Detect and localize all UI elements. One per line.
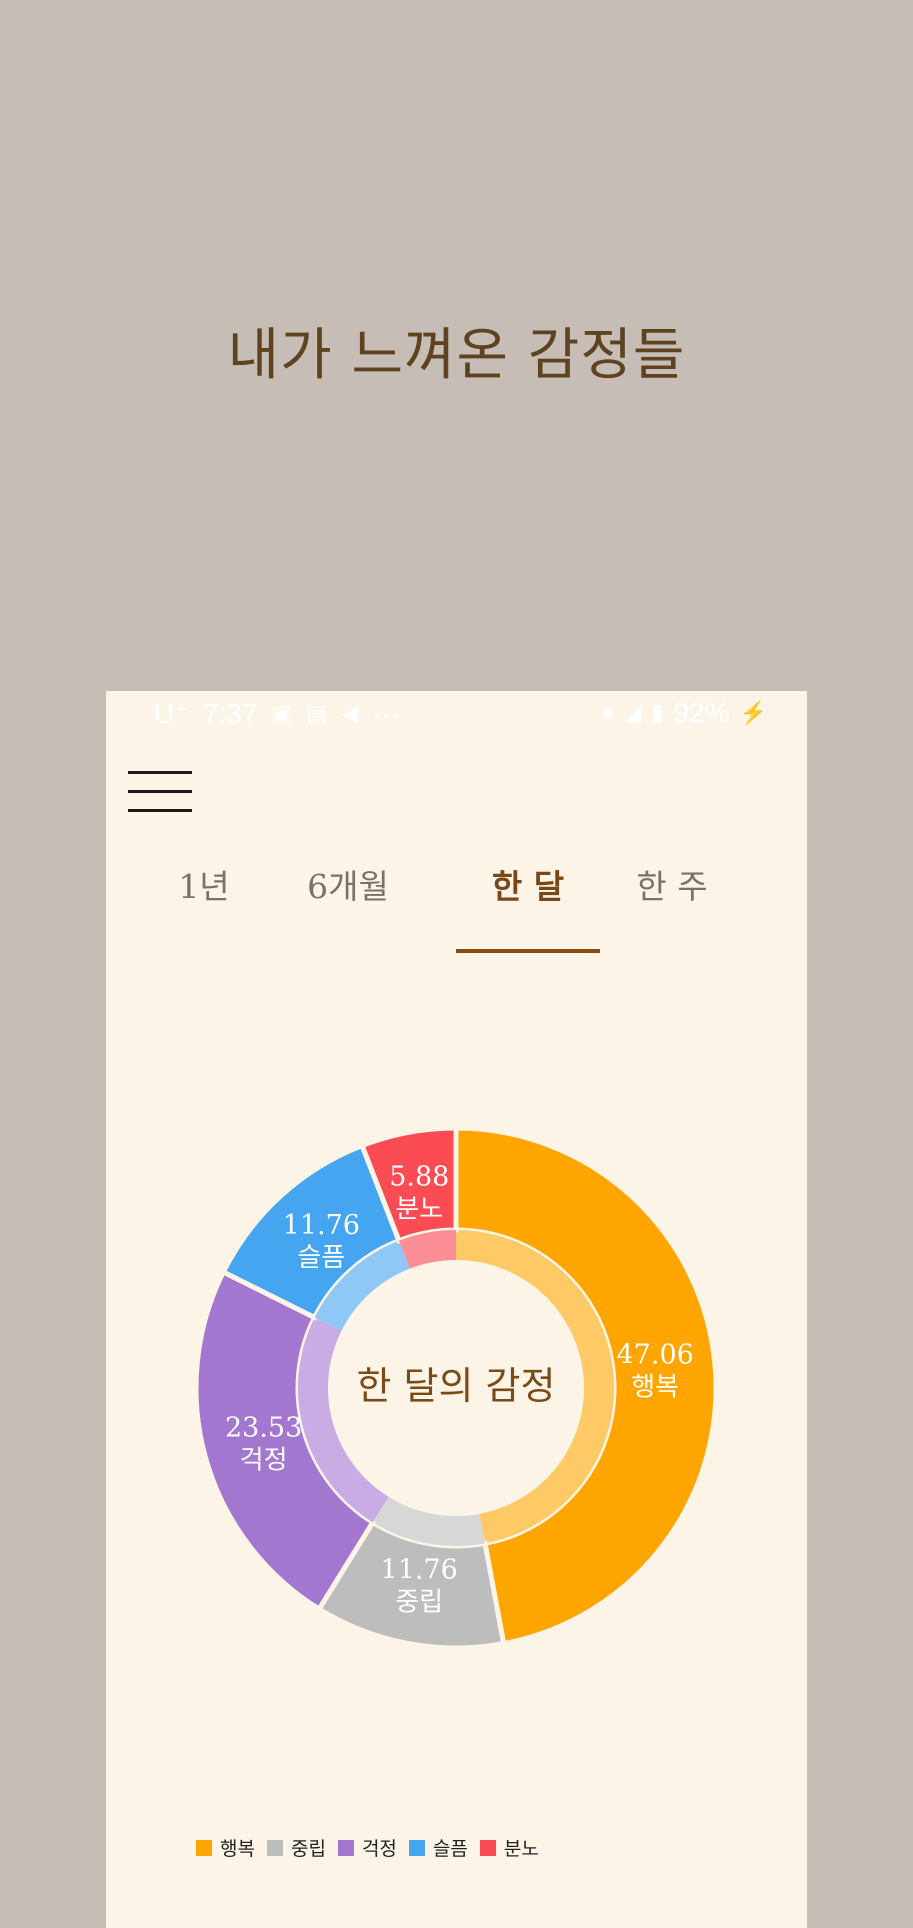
chart-center-label: 한 달의 감정 bbox=[357, 1364, 556, 1408]
legend-label: 중립 bbox=[290, 1839, 326, 1860]
legend-swatch bbox=[479, 1839, 496, 1856]
legend-swatch bbox=[196, 1839, 212, 1856]
phone-screen: U⁺ 7:37 ▣ ▤ ◀ ··· ● ◢ ▮ 92% ⚡ 1년 6개월 한 달… bbox=[106, 691, 807, 1928]
slice-value-label: 47.06 bbox=[617, 1340, 694, 1371]
legend-swatch bbox=[408, 1839, 425, 1856]
legend-label: 행복 bbox=[220, 1839, 255, 1860]
legend-item[interactable]: 분노 bbox=[479, 1834, 539, 1861]
slice-value-label: 11.76 bbox=[381, 1555, 458, 1586]
slice-value-label: 23.53 bbox=[225, 1413, 302, 1444]
slice-name-label: 걱정 bbox=[240, 1446, 288, 1476]
legend-label: 분노 bbox=[503, 1839, 539, 1860]
slice-name-label: 슬픔 bbox=[297, 1243, 345, 1273]
legend-swatch bbox=[337, 1839, 354, 1856]
legend-label: 슬픔 bbox=[432, 1839, 468, 1860]
legend-item[interactable]: 중립 bbox=[266, 1834, 326, 1861]
slice-value-label: 5.88 bbox=[389, 1161, 449, 1192]
legend-swatch bbox=[266, 1839, 283, 1856]
slice-name-label: 분노 bbox=[395, 1194, 443, 1224]
slice-name-label: 행복 bbox=[631, 1373, 679, 1403]
legend-label: 걱정 bbox=[361, 1839, 397, 1860]
page-title: 내가 느껴온 감정들 bbox=[227, 323, 686, 388]
legend-item[interactable]: 걱정 bbox=[337, 1834, 397, 1861]
legend-item[interactable]: 행복 bbox=[196, 1834, 255, 1861]
slice-name-label: 중립 bbox=[395, 1588, 443, 1618]
slice-value-label: 11.76 bbox=[283, 1210, 360, 1241]
emotion-donut-chart: 47.06행복11.76중립23.53걱정11.76슬픔5.88분노 한 달의 … bbox=[193, 1125, 719, 1651]
legend-item[interactable]: 슬픔 bbox=[408, 1834, 468, 1861]
chart-legend: 행복 중립 걱정 슬픔 분노 bbox=[196, 1834, 541, 1861]
